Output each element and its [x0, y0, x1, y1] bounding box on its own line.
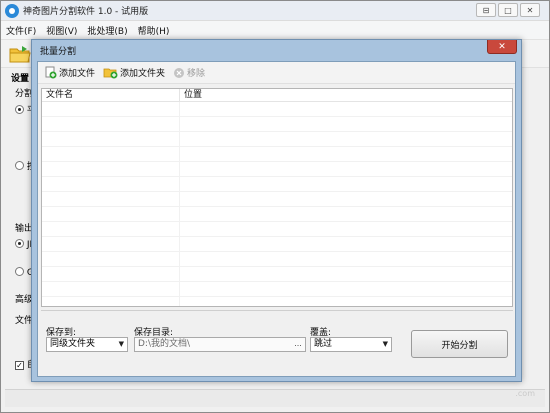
add-folder-icon — [103, 68, 118, 79]
add-folder-label: 添加文件夹 — [120, 69, 166, 79]
maximize-button[interactable]: □ — [498, 3, 518, 17]
app-logo-icon — [5, 3, 19, 18]
table-row — [42, 252, 512, 267]
minimize-button[interactable]: ⊟ — [476, 3, 496, 17]
table-row — [42, 162, 512, 177]
window-title: 神奇图片分割软件 1.0 - 试用版 — [23, 7, 149, 17]
add-file-icon — [45, 66, 57, 79]
table-row — [42, 222, 512, 237]
watermark: .com — [515, 389, 535, 398]
table-row — [42, 282, 512, 297]
chevron-down-icon: ▼ — [118, 340, 124, 348]
menu-view[interactable]: 视图(V) — [41, 24, 82, 37]
save-dir-placeholder: D:\我的文档\ — [138, 339, 191, 349]
remove-label: 移除 — [187, 69, 206, 79]
table-row — [42, 207, 512, 222]
save-to-value: 同级文件夹 — [50, 339, 96, 349]
table-row — [42, 192, 512, 207]
column-header-filename[interactable]: 文件名 — [42, 89, 180, 101]
table-body — [42, 102, 512, 306]
column-header-location[interactable]: 位置 — [180, 89, 512, 101]
menu-help[interactable]: 帮助(H) — [133, 24, 175, 37]
open-folder-icon[interactable] — [9, 44, 31, 64]
save-to-select[interactable]: 同级文件夹 ▼ — [46, 337, 128, 352]
menu-file[interactable]: 文件(F) — [1, 24, 41, 37]
browse-button[interactable]: ... — [291, 338, 305, 351]
add-file-button[interactable]: 添加文件 — [44, 66, 95, 79]
close-button[interactable]: ✕ — [520, 3, 540, 17]
table-row — [42, 147, 512, 162]
file-table[interactable]: 文件名 位置 — [41, 88, 513, 307]
dialog-title: 批量分割 — [40, 47, 77, 57]
save-dir-input[interactable]: D:\我的文档\ ... — [134, 337, 306, 352]
remove-button[interactable]: 移除 — [173, 66, 205, 79]
table-row — [42, 132, 512, 147]
settings-label: 设置 — [11, 74, 30, 84]
main-titlebar: 神奇图片分割软件 1.0 - 试用版 — [1, 1, 549, 21]
dialog-toolbar: 添加文件 添加文件夹 移除 — [38, 62, 515, 84]
dialog-body: 添加文件 添加文件夹 移除 文件名 位置 保存到: 同级文件夹 ▼ 保存目录: … — [37, 61, 516, 377]
add-file-label: 添加文件 — [59, 69, 96, 79]
table-row — [42, 177, 512, 192]
table-row — [42, 297, 512, 306]
status-bar — [5, 389, 545, 407]
table-header: 文件名 位置 — [42, 89, 512, 102]
overwrite-select[interactable]: 跳过 ▼ — [310, 337, 392, 352]
menu-batch[interactable]: 批处理(B) — [82, 24, 132, 37]
table-row — [42, 102, 512, 117]
chevron-down-icon: ▼ — [382, 340, 388, 348]
dialog-options-bar: 保存到: 同级文件夹 ▼ 保存目录: D:\我的文档\ ... 覆盖: 跳过 ▼… — [41, 310, 513, 372]
dialog-titlebar: 批量分割 ✕ — [32, 40, 521, 60]
remove-icon — [174, 67, 185, 78]
dialog-close-button[interactable]: ✕ — [487, 40, 517, 54]
table-row — [42, 237, 512, 252]
overwrite-value: 跳过 — [314, 339, 333, 349]
table-row — [42, 117, 512, 132]
menu-bar: 文件(F) 视图(V) 批处理(B) 帮助(H) — [1, 21, 549, 40]
add-folder-button[interactable]: 添加文件夹 — [103, 66, 165, 79]
table-row — [42, 267, 512, 282]
start-split-button[interactable]: 开始分割 — [411, 330, 508, 358]
batch-split-dialog: 批量分割 ✕ 添加文件 添加文件夹 移除 文件名 位置 保存到: 同级文件夹 ▼… — [31, 39, 522, 382]
